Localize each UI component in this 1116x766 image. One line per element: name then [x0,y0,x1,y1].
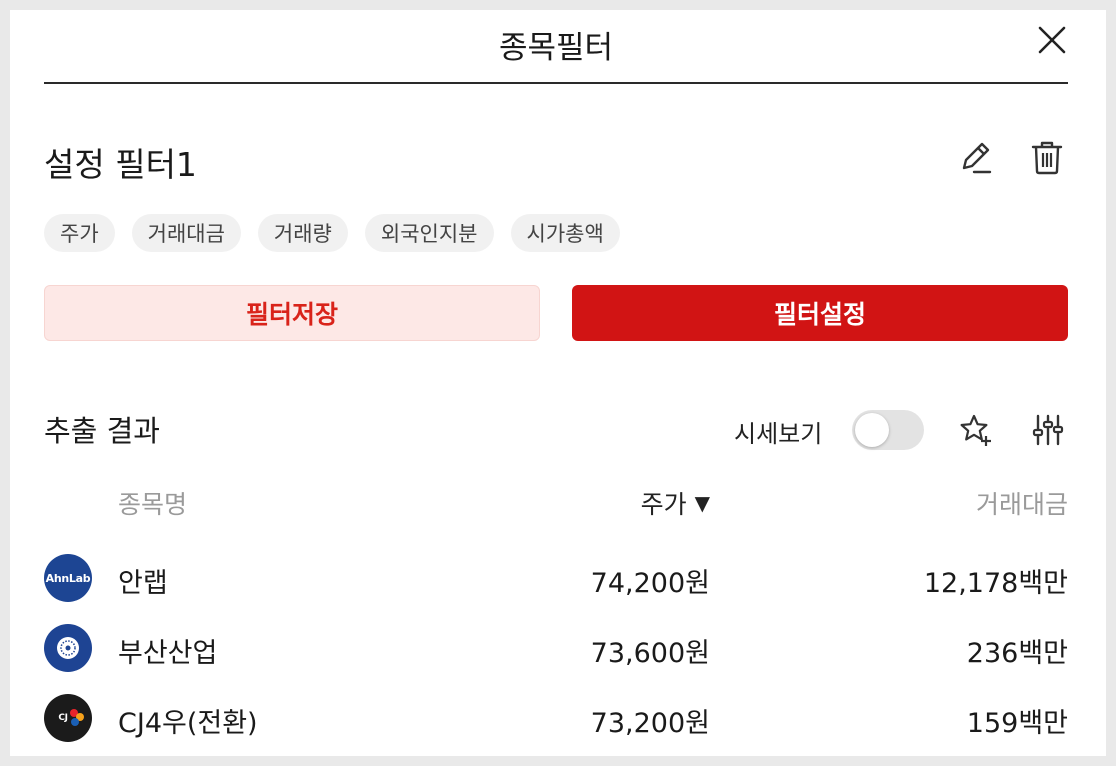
favorite-add-button[interactable] [958,412,994,452]
tag-chip: 거래대금 [131,214,241,252]
tag-chip: 거래량 [257,214,348,252]
tag-chip: 외국인지분 [364,214,494,252]
trade-amount: 236백만 [966,638,1068,669]
trash-icon [1031,141,1063,175]
logo-text: AhnLab [45,571,91,585]
ahnlab-logo-icon: AhnLab [44,554,92,602]
header: 종목필터 [44,10,1068,84]
stock-name: 부산산업 [118,638,218,669]
settings-button[interactable] [1030,412,1066,452]
stock-price: 73,200원 [590,708,710,739]
column-header-price[interactable]: 주가 ▼ [641,485,710,521]
stock-price: 74,200원 [590,568,710,599]
stock-filter-panel: 종목필터 설정 필터1 주가 거래대금 거래량 외국인지분 시가총액 필터저장 … [10,10,1106,756]
table-row[interactable]: AhnLab 안랩 74,200원 12,178백만 [10,548,1106,608]
page-title: 종목필터 [498,30,614,66]
table-row[interactable]: CJ CJ4우(전환) 73,200원 159백만 [10,688,1106,748]
edit-button[interactable] [958,140,994,180]
results-title: 추출 결과 [44,414,160,448]
column-header-name: 종목명 [118,490,188,519]
stock-name: 안랩 [118,568,168,599]
cj-logo-icon: CJ [44,694,92,742]
toggle-knob [855,413,889,447]
close-icon [1038,26,1066,54]
quote-view-label: 시세보기 [734,420,823,448]
column-header-amount: 거래대금 [975,490,1068,519]
trade-amount: 12,178백만 [923,568,1068,599]
stock-name: CJ4우(전환) [118,708,258,739]
stock-price: 73,600원 [590,638,710,669]
column-header-price-label: 주가 [640,490,687,519]
busan-industry-logo-icon [44,624,92,672]
set-filter-button[interactable]: 필터설정 [572,285,1068,341]
trade-amount: 159백만 [966,708,1068,739]
delete-button[interactable] [1030,140,1064,180]
save-filter-button[interactable]: 필터저장 [44,285,540,341]
logo-text: CJ [58,713,68,723]
pencil-icon [962,142,992,174]
sliders-icon [1032,414,1064,446]
table-row[interactable]: 부산산업 73,600원 236백만 [10,618,1106,678]
tag-chip: 주가 [44,214,115,252]
quote-view-toggle[interactable] [852,410,924,450]
star-add-icon [960,414,991,446]
filter-name: 설정 필터1 [44,145,197,184]
tag-chip: 시가총액 [510,214,620,252]
close-button[interactable] [1036,24,1068,56]
filter-tags: 주가 거래대금 거래량 외국인지분 시가총액 [44,214,620,252]
sort-desc-icon: ▼ [694,491,710,515]
